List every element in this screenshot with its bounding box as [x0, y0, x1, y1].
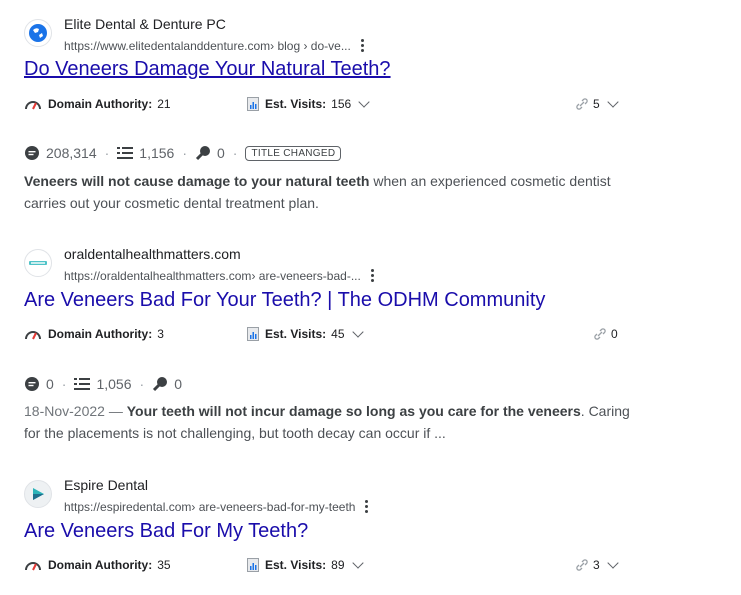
title-changed-badge: TITLE CHANGED: [245, 145, 342, 161]
globe-icon: [24, 19, 52, 47]
site-url[interactable]: https://oraldentalhealthmatters.com › ar…: [64, 267, 375, 284]
seo-metrics-bar: Domain Authority: 35 Est. Visits: 89 3: [24, 556, 724, 578]
result-title-link[interactable]: Do Veneers Damage Your Natural Teeth?: [24, 58, 391, 81]
link-icon: [576, 98, 588, 110]
domain-authority: Domain Authority: 3: [24, 327, 164, 341]
site-name: oraldentalhealthmatters.com: [64, 246, 241, 262]
site-header: oraldentalhealthmatters.com https://oral…: [24, 246, 724, 286]
site-url[interactable]: https://www.elitedentalanddenture.com › …: [64, 37, 365, 54]
kebab-menu-icon[interactable]: [360, 37, 365, 54]
seo-metrics-bar: Domain Authority: 21 Est. Visits: 156 5: [24, 95, 724, 117]
site-url[interactable]: https://espiredental.com › are-veneers-b…: [64, 498, 369, 515]
chevron-down-icon[interactable]: [607, 95, 619, 108]
result-title-link[interactable]: Are Veneers Bad For My Teeth?: [24, 520, 308, 543]
site-logo-icon: [24, 249, 52, 277]
site-name: Elite Dental & Denture PC: [64, 16, 226, 32]
backlinks[interactable]: 3: [576, 556, 619, 572]
site-logo-icon: [24, 480, 52, 508]
link-icon: [576, 559, 588, 571]
est-visits[interactable]: Est. Visits: 156: [247, 95, 370, 111]
link-icon: [594, 328, 606, 340]
key-icon: [153, 377, 168, 392]
site-name: Espire Dental: [64, 477, 149, 493]
search-bubble-icon: [25, 377, 39, 391]
result-snippet: Veneers will not cause damage to your na…: [24, 173, 611, 211]
result-title-link[interactable]: Are Veneers Bad For Your Teeth? | The OD…: [24, 289, 545, 312]
backlinks[interactable]: 5: [576, 95, 619, 111]
list-icon: [74, 378, 91, 390]
chevron-down-icon[interactable]: [358, 95, 370, 108]
est-visits[interactable]: Est. Visits: 45: [247, 325, 364, 341]
page-stats: 208,314 · 1,156 · 0 · TITLE CHANGED: [24, 142, 342, 164]
chart-doc-icon: [247, 558, 259, 572]
chart-doc-icon: [247, 97, 259, 111]
chart-doc-icon: [247, 327, 259, 341]
domain-authority: Domain Authority: 35: [24, 558, 171, 572]
key-icon: [195, 146, 210, 161]
list-icon: [117, 147, 134, 159]
backlinks: 0: [594, 327, 618, 341]
result-snippet: 18-Nov-2022 — Your teeth will not incur …: [24, 403, 630, 441]
chevron-down-icon[interactable]: [351, 556, 364, 569]
site-header: Elite Dental & Denture PC https://www.el…: [24, 16, 724, 56]
gauge-icon: [25, 101, 41, 110]
site-header: Espire Dental https://espiredental.com ›…: [24, 477, 724, 517]
page-stats: 0 · 1,056 · 0: [24, 373, 182, 395]
chevron-down-icon[interactable]: [351, 325, 364, 338]
est-visits[interactable]: Est. Visits: 89: [247, 556, 364, 572]
chevron-down-icon[interactable]: [607, 556, 619, 569]
gauge-icon: [25, 562, 41, 571]
kebab-menu-icon[interactable]: [370, 267, 375, 284]
kebab-menu-icon[interactable]: [365, 498, 369, 515]
gauge-icon: [25, 331, 41, 340]
search-bubble-icon: [25, 146, 39, 160]
domain-authority: Domain Authority: 21: [24, 97, 171, 111]
seo-metrics-bar: Domain Authority: 3 Est. Visits: 45 0: [24, 325, 724, 347]
